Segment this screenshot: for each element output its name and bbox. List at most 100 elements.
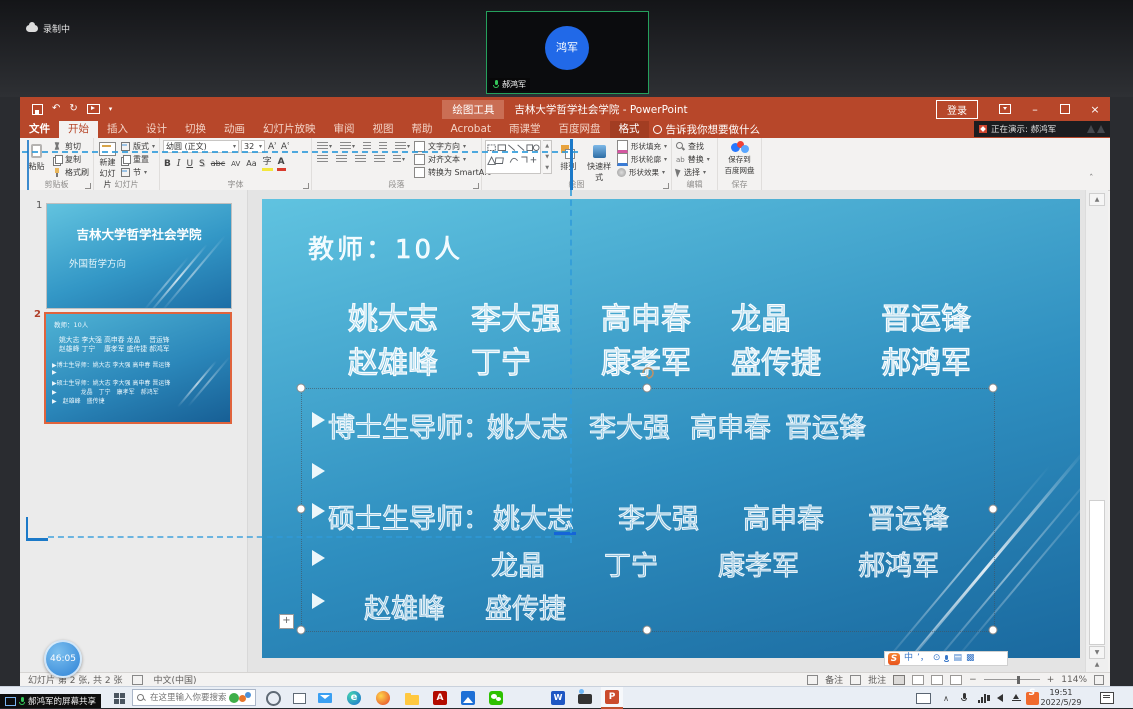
zoom-level[interactable]: 114%: [1061, 675, 1087, 685]
zoom-in-icon[interactable]: +: [1047, 675, 1055, 685]
clipboard-dialog-launcher[interactable]: [85, 183, 91, 189]
sogou-logo-icon[interactable]: S: [888, 653, 900, 665]
fit-slide-to-window-icon[interactable]: [1094, 675, 1104, 685]
select-button[interactable]: 选择▾: [675, 166, 711, 179]
tab-acrobat[interactable]: Acrobat: [442, 121, 501, 138]
tab-home[interactable]: 开始: [59, 121, 98, 138]
wechat-icon[interactable]: [485, 687, 507, 709]
reset-button[interactable]: 重置: [120, 153, 156, 166]
task-view-icon[interactable]: [288, 687, 310, 709]
tab-rain-classroom[interactable]: 雨课堂: [500, 121, 550, 138]
new-slide-button[interactable]: 新建 幻灯片: [97, 140, 118, 180]
change-case-button[interactable]: Aa: [245, 158, 257, 170]
shapes-gallery[interactable]: [485, 140, 541, 174]
shrink-font-button[interactable]: Aʿ: [280, 141, 291, 153]
selection-handle[interactable]: [643, 626, 652, 635]
cut-button[interactable]: 剪切: [52, 140, 90, 153]
reading-view-button[interactable]: [931, 675, 943, 685]
comments-button[interactable]: 批注: [868, 673, 886, 686]
numbering-button[interactable]: ▾: [338, 141, 357, 152]
selection-handle[interactable]: [989, 505, 998, 514]
tab-review[interactable]: 审阅: [325, 121, 364, 138]
underline-button[interactable]: U: [185, 158, 194, 170]
slide-canvas[interactable]: 教师：10人 姚大志 李大强 高申春 龙晶 晋运锋 赵雄峰 丁宁 康孝军 盛传捷…: [262, 199, 1080, 658]
selection-handle[interactable]: [297, 626, 306, 635]
participant-video-tile[interactable]: 鸿军 郝鸿军: [486, 11, 649, 94]
zoom-slider[interactable]: [984, 679, 1040, 680]
font-dialog-launcher[interactable]: [303, 183, 309, 189]
strikethrough-button[interactable]: abc: [210, 158, 226, 170]
meeting-timer-bubble[interactable]: 46:05: [44, 640, 82, 678]
align-right-button[interactable]: [353, 154, 368, 165]
photos-icon[interactable]: [457, 687, 479, 709]
drawing-dialog-launcher[interactable]: [663, 183, 669, 189]
slide-sorter-view-button[interactable]: [912, 675, 924, 685]
volume-icon[interactable]: [992, 687, 1008, 709]
scroll-down-button[interactable]: ▼: [1089, 646, 1105, 659]
rotate-handle[interactable]: [640, 365, 655, 380]
ime-emoji-icon[interactable]: ⊙: [933, 652, 941, 665]
bold-button[interactable]: B: [163, 158, 172, 170]
font-color-button[interactable]: A: [277, 156, 286, 171]
slideshow-view-button[interactable]: [950, 675, 962, 685]
tab-format[interactable]: 格式: [610, 121, 649, 138]
presenting-toolbar[interactable]: 正在演示: 郝鸿军: [974, 121, 1110, 137]
sogou-ime-bar[interactable]: S 中 ’， ⊙ ▤ ▩: [884, 651, 1008, 666]
hidden-icons-chevron[interactable]: ∧: [938, 687, 954, 709]
slide-thumbnail-1[interactable]: 吉林大学哲学社会学院 外国哲学方向: [46, 203, 232, 309]
acrobat-icon[interactable]: [429, 687, 451, 709]
ribbon-display-options-button[interactable]: [990, 97, 1020, 121]
tab-view[interactable]: 视图: [364, 121, 403, 138]
increase-indent-button[interactable]: [377, 141, 389, 152]
italic-button[interactable]: I: [176, 158, 182, 170]
cortana-icon[interactable]: [262, 687, 284, 709]
columns-button[interactable]: ▾: [391, 154, 407, 165]
restore-button[interactable]: [1050, 97, 1080, 121]
taskbar-search[interactable]: [132, 689, 256, 706]
accessibility-icon[interactable]: [132, 675, 143, 685]
shape-fill-button[interactable]: 形状填充▾: [616, 140, 668, 153]
sign-in-button[interactable]: 登录: [936, 100, 978, 119]
ime-chinese-mode-icon[interactable]: 中: [904, 652, 913, 665]
vertical-scrollbar[interactable]: ▲ ▼ ▲: [1085, 190, 1108, 672]
mail-icon[interactable]: [314, 687, 336, 709]
zoom-slider-knob[interactable]: [1017, 676, 1020, 684]
usb-eject-icon[interactable]: [1008, 687, 1024, 709]
close-button[interactable]: ×: [1080, 97, 1110, 121]
text-shadow-button[interactable]: S: [198, 158, 206, 170]
camera-icon[interactable]: [574, 687, 596, 709]
minimize-button[interactable]: –: [1020, 97, 1050, 121]
font-name-combobox[interactable]: 幼圆 (正文)▾: [163, 140, 239, 153]
firefox-icon[interactable]: [372, 687, 394, 709]
selection-handle[interactable]: [989, 384, 998, 393]
tab-insert[interactable]: 插入: [98, 121, 137, 138]
tab-baidu-netdisk[interactable]: 百度网盘: [550, 121, 610, 138]
normal-view-button[interactable]: [893, 675, 905, 685]
ime-punctuation-icon[interactable]: ’，: [917, 652, 929, 665]
smart-guide-plus-icon[interactable]: +: [279, 614, 294, 629]
search-input[interactable]: [148, 692, 228, 704]
find-button[interactable]: 查找: [675, 140, 711, 153]
taskbar-clock[interactable]: 19:51 2022/5/29: [1036, 688, 1086, 708]
tab-transitions[interactable]: 切换: [176, 121, 215, 138]
action-center-icon[interactable]: [1096, 687, 1118, 709]
screen-share-banner[interactable]: 郝鸿军的屏幕共享: [0, 694, 101, 708]
layout-button[interactable]: 版式▾: [120, 140, 156, 153]
shape-outline-button[interactable]: 形状轮廓▾: [616, 153, 668, 166]
format-painter-button[interactable]: 格式刷: [52, 166, 90, 179]
selection-handle[interactable]: [297, 384, 306, 393]
language-indicator[interactable]: 中文(中国): [153, 673, 196, 686]
powerpoint-icon[interactable]: [601, 687, 623, 709]
scroll-up-button[interactable]: ▲: [1089, 193, 1105, 206]
word-icon[interactable]: [547, 687, 569, 709]
selection-handle[interactable]: [297, 505, 306, 514]
replace-button[interactable]: ab替换▾: [675, 153, 711, 166]
ime-keyboard-icon[interactable]: ▤: [953, 652, 962, 665]
annotation-pen-icon[interactable]: [979, 125, 987, 133]
font-size-combobox[interactable]: 32▾: [241, 140, 265, 153]
tab-file[interactable]: 文件: [20, 121, 59, 138]
character-spacing-button[interactable]: AV: [230, 158, 241, 170]
bullets-button[interactable]: ▾: [315, 141, 334, 152]
copy-button[interactable]: 复制: [52, 153, 90, 166]
shapes-gallery-scroll[interactable]: ▲▼▼: [543, 140, 552, 174]
